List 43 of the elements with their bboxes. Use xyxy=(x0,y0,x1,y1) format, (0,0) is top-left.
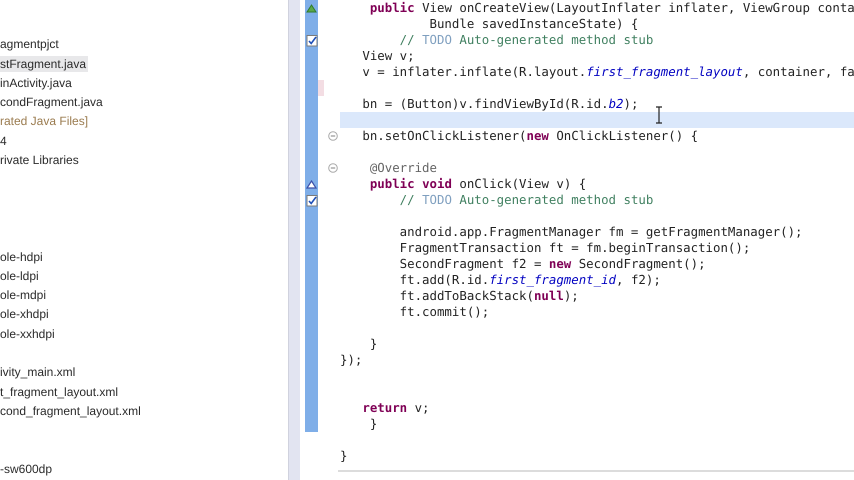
code-line: View v; xyxy=(361,48,416,64)
code-line: ft.addToBackStack(null); xyxy=(398,288,580,304)
tree-item[interactable]: ole-mdpi xyxy=(0,287,48,304)
code-line: return v; xyxy=(361,400,431,416)
code-line: public void onClick(View v) { xyxy=(368,176,588,192)
code-line: } xyxy=(368,336,378,352)
tree-item[interactable]: agmentpjct xyxy=(0,36,61,52)
tree-item[interactable]: ole-ldpi xyxy=(0,268,41,284)
code-line: // TODO Auto-generated method stub xyxy=(398,192,654,208)
tree-item[interactable]: cond_fragment_layout.xml xyxy=(0,402,143,419)
code-line: SecondFragment f2 = new SecondFragment(); xyxy=(398,256,707,272)
text-cursor-icon xyxy=(655,106,663,124)
tree-item[interactable]: ole-xxhdpi xyxy=(0,326,57,342)
collapse-icon[interactable] xyxy=(328,131,338,141)
code-line: // TODO Auto-generated method stub xyxy=(398,32,654,48)
code-line: }); xyxy=(340,352,364,368)
code-line: bn.setOnClickListener(new OnClickListener() { xyxy=(361,128,700,144)
tree-item[interactable]: condFragment.java xyxy=(0,94,105,110)
triangle-icon[interactable] xyxy=(306,180,317,188)
code-line: } xyxy=(340,448,348,464)
tree-item[interactable]: rated Java Files] xyxy=(0,113,90,130)
tree-item[interactable]: inActivity.java xyxy=(0,74,74,91)
tree-item[interactable]: ole-xhdpi xyxy=(0,306,51,322)
code-line: @Override xyxy=(368,160,438,176)
code-line: android.app.FragmentManager fm = getFragmentManager(); xyxy=(398,224,804,240)
tree-item[interactable]: stFragment.java xyxy=(0,56,88,72)
tree-item[interactable]: rivate Libraries xyxy=(0,152,81,168)
code-line: Bundle savedInstanceState) { xyxy=(428,16,640,32)
tree-item[interactable]: t_fragment_layout.xml xyxy=(0,384,120,400)
tree-item[interactable]: ivity_main.xml xyxy=(0,364,78,380)
code-line: public View onCreateView(LayoutInflater inflater, ViewGroup conta xyxy=(368,0,854,16)
code-line: bn = (Button)v.findViewById(R.id.b2); xyxy=(361,96,640,112)
code-line: } xyxy=(368,416,378,432)
code-line: v = inflater.inflate(R.layout.first_fragment_layout, container, fa xyxy=(361,64,854,80)
collapse-icon[interactable] xyxy=(328,163,338,173)
code-line: ft.commit(); xyxy=(398,304,490,320)
tree-item[interactable]: ole-hdpi xyxy=(0,248,45,264)
task-icon[interactable] xyxy=(306,194,318,206)
tree-item[interactable]: 4 xyxy=(0,132,9,149)
task-icon[interactable] xyxy=(306,34,318,46)
code-line: ft.add(R.id.first_fragment_id, f2); xyxy=(398,272,662,288)
tree-item[interactable]: -sw600dp xyxy=(0,460,54,477)
code-line: FragmentTransaction ft = fm.beginTransaction(); xyxy=(398,240,752,256)
